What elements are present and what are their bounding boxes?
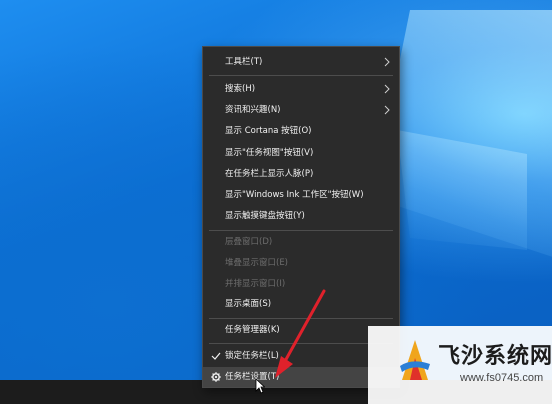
menu-item-label: 在任务栏上显示人脉(P) [225,169,314,179]
menu-item-label: 锁定任务栏(L) [225,351,279,361]
menu-item-label: 搜索(H) [225,84,256,94]
menu-item-label: 资讯和兴趣(N) [225,105,281,115]
menu-item-label: 显示"Windows Ink 工作区"按钮(W) [225,190,364,200]
menu-separator [209,318,393,319]
menu-item-label: 工具栏(T) [225,57,263,67]
menu-item-news-interests[interactable]: 资讯和兴趣(N) [203,100,399,120]
menu-item-show-people[interactable]: 在任务栏上显示人脉(P) [203,164,399,184]
menu-item-label: 任务栏设置(T) [225,372,280,382]
watermark-logo-icon [400,340,430,380]
watermark-title: 飞沙系统网 [438,344,552,369]
menu-item-label: 显示"任务视图"按钮(V) [225,148,314,158]
site-watermark: 飞沙系统网 www.fs0745.com [368,326,552,404]
menu-separator [209,75,393,76]
chevron-right-icon [384,84,390,94]
menu-item-label: 并排显示窗口(I) [225,279,286,289]
menu-item-label: 显示 Cortana 按钮(O) [225,126,312,136]
gear-icon [211,372,221,382]
menu-item-label: 层叠窗口(D) [225,237,273,247]
menu-item-toolbars[interactable]: 工具栏(T) [203,52,399,72]
menu-item-show-desktop[interactable]: 显示桌面(S) [203,294,399,314]
menu-item-search[interactable]: 搜索(H) [203,79,399,99]
menu-item-show-touch-keyboard[interactable]: 显示触摸键盘按钮(Y) [203,206,399,226]
menu-separator [209,230,393,231]
menu-item-label: 显示桌面(S) [225,299,272,309]
menu-item-label: 任务管理器(K) [225,325,280,335]
menu-item-show-windows-ink[interactable]: 显示"Windows Ink 工作区"按钮(W) [203,185,399,205]
menu-item-show-task-view[interactable]: 显示"任务视图"按钮(V) [203,143,399,163]
menu-item-side-by-side-windows: 并排显示窗口(I) [203,274,399,294]
checkmark-icon [211,352,221,360]
menu-item-show-cortana[interactable]: 显示 Cortana 按钮(O) [203,121,399,141]
watermark-url: www.fs0745.com [460,372,544,384]
mouse-pointer-icon [255,378,265,394]
menu-item-cascade-windows: 层叠窗口(D) [203,232,399,252]
menu-item-stack-windows: 堆叠显示窗口(E) [203,253,399,273]
menu-separator [209,343,393,344]
menu-item-label: 显示触摸键盘按钮(Y) [225,211,305,221]
menu-item-label: 堆叠显示窗口(E) [225,258,289,268]
chevron-right-icon [384,57,390,67]
chevron-right-icon [384,105,390,115]
